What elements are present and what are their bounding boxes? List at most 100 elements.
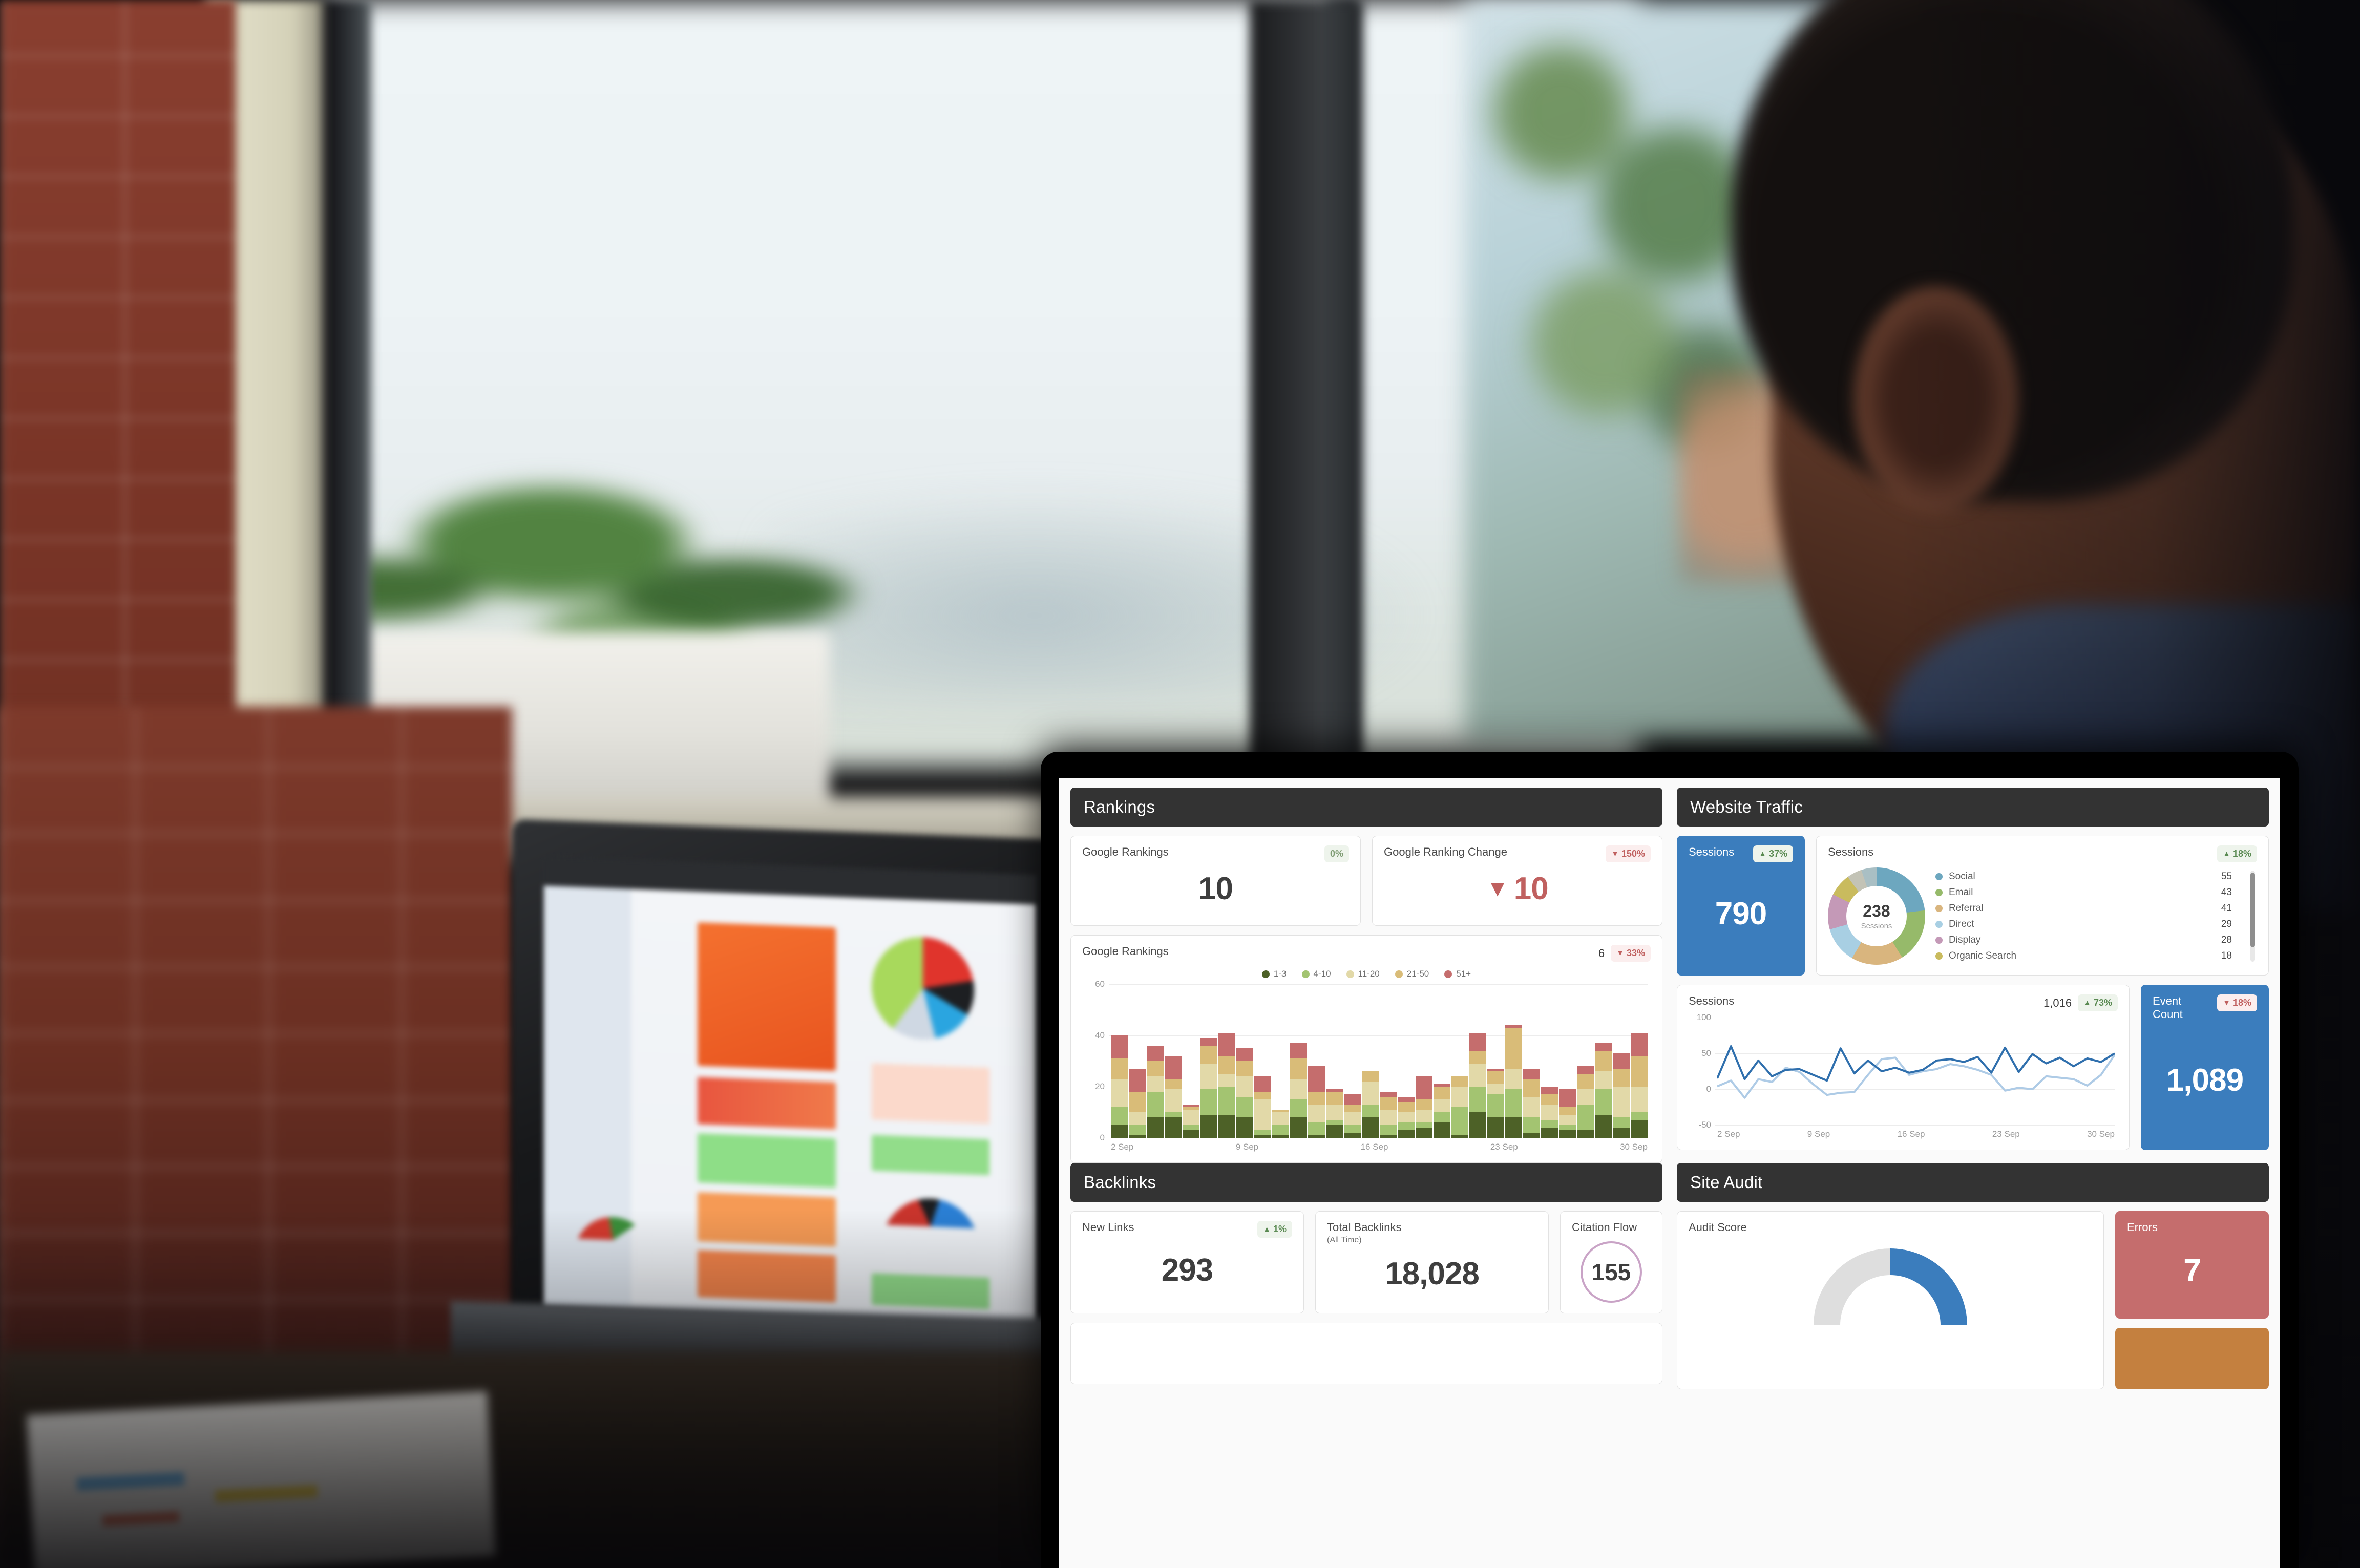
legend-item[interactable]: 1-3 [1261,969,1287,979]
bar-segment [1541,1120,1558,1128]
triangle-up-icon: ▲ [1759,850,1766,858]
bar-column[interactable] [1200,1038,1217,1138]
scrollbar-thumb[interactable] [2250,872,2255,947]
bar-column[interactable] [1362,1071,1379,1138]
bar-segment [1344,1133,1361,1138]
bar-segment [1613,1128,1630,1138]
card-warnings[interactable] [2115,1328,2269,1389]
legend-item[interactable]: 4-10 [1301,969,1331,979]
bar-segment [1200,1089,1217,1115]
bar-column[interactable] [1416,1076,1432,1138]
card-audit-score[interactable]: Audit Score [1677,1211,2104,1389]
bar-segment [1147,1046,1164,1061]
bar-segment [1272,1135,1289,1138]
bar-segment [1380,1097,1397,1110]
legend-item[interactable]: 11-20 [1346,969,1380,979]
bar-column[interactable] [1380,1092,1397,1138]
card-google-rankings-chart[interactable]: Google Rankings 6 ▼ 33% 1-3 4-10 11-20 21-5… [1070,935,1662,1163]
legend-row[interactable]: Referral 41 [1935,903,2232,914]
bar-column[interactable] [1344,1094,1361,1138]
bar-segment [1326,1092,1343,1105]
panel-title-rankings: Rankings [1084,797,1155,816]
bar-column[interactable] [1631,1033,1648,1138]
bar-column[interactable] [1434,1084,1450,1138]
bar-segment [1111,1035,1128,1058]
card-sessions-breakdown[interactable]: Sessions ▲ 18% 238 Sessions Social 55 Em… [1816,836,2269,976]
x-axis-tick: 30 Sep [2087,1129,2115,1139]
bar-segment [1541,1128,1558,1138]
legend-row[interactable]: Display 28 [1935,935,2232,946]
bar-column[interactable] [1236,1048,1253,1138]
bar-column[interactable] [1308,1066,1325,1138]
bar-segment [1631,1056,1648,1087]
bar-column[interactable] [1595,1043,1612,1138]
bar-segment [1577,1105,1594,1130]
status-badge: ▲ 73% [2078,994,2118,1011]
card-value: 10 [1513,871,1549,906]
bar-segment [1308,1105,1325,1122]
bar-column[interactable] [1451,1076,1468,1138]
bar-column[interactable] [1183,1105,1199,1138]
card-title: Google Rankings [1082,945,1169,958]
legend-channel-value: 55 [2221,871,2232,882]
bar-column[interactable] [1487,1069,1504,1138]
bar-segment [1254,1130,1271,1135]
card-total-backlinks[interactable]: Total Backlinks (All Time) 18,028 [1315,1211,1549,1313]
bar-segment [1434,1099,1450,1112]
bar-column[interactable] [1129,1069,1146,1138]
bar-column[interactable] [1272,1110,1289,1138]
bar-column[interactable] [1218,1033,1235,1138]
bar-segment [1218,1056,1235,1074]
bar-column[interactable] [1290,1043,1307,1138]
card-backlinks-overflow[interactable] [1070,1322,1662,1384]
legend-scrollbar[interactable] [2250,871,2255,962]
card-head: Sessions ▲ 18% [1828,845,2257,862]
card-head-value: 1,016 [2043,996,2072,1009]
bar-column[interactable] [1398,1097,1415,1138]
panel-rankings: Rankings Google Rankings 0% 10 Google Ra… [1070,788,1662,1163]
bar-column[interactable] [1111,1035,1128,1138]
card-value: 18,028 [1385,1256,1480,1291]
bar-column[interactable] [1577,1066,1594,1138]
bar-segment [1523,1069,1540,1079]
card-title: Event Count [2153,994,2183,1021]
bar-column[interactable] [1469,1033,1486,1138]
card-head: New Links ▲ 1% [1082,1221,1292,1238]
bar-segment [1398,1122,1415,1130]
legend-row[interactable]: Email 43 [1935,887,2232,898]
card-sessions-trend[interactable]: Sessions 1,016 ▲ 73% 100 50 0 -50 2 Sep 9 Se… [1677,985,2130,1150]
card-new-links[interactable]: New Links ▲ 1% 293 [1070,1211,1304,1313]
bar-segment [1487,1117,1504,1138]
legend-row[interactable]: Social 55 [1935,871,2232,882]
bar-column[interactable] [1505,1025,1522,1138]
line-chart-x-axis: 2 Sep 9 Sep 16 Sep 23 Sep 30 Sep [1689,1125,2118,1139]
legend-row[interactable]: Organic Search 18 [1935,950,2232,962]
bar-segment [1111,1107,1128,1125]
badge-value: 0% [1330,849,1343,859]
bar-column[interactable] [1254,1076,1271,1138]
status-badge: ▼ 150% [1606,845,1651,862]
card-sessions-total[interactable]: Sessions ▲ 37% 790 [1677,836,1805,976]
bar-segment [1469,1087,1486,1112]
bar-column[interactable] [1613,1053,1630,1138]
bar-segment [1631,1112,1648,1120]
bar-column[interactable] [1523,1069,1540,1138]
legend-item[interactable]: 51+ [1444,969,1471,979]
y-axis-tick: 40 [1095,1030,1105,1040]
card-event-count[interactable]: Event Count ▼ 18% 1,089 [2141,985,2269,1150]
bar-column[interactable] [1165,1056,1182,1138]
legend-item[interactable]: 21-50 [1395,969,1429,979]
bar-column[interactable] [1326,1089,1343,1138]
bar-column[interactable] [1147,1046,1164,1138]
card-google-ranking-change[interactable]: Google Ranking Change ▼ 150% ▼ 10 [1372,836,1662,926]
card-value-wrap: 1,089 [2153,1021,2257,1139]
bar-column[interactable] [1541,1087,1558,1138]
bar-segment [1469,1064,1486,1087]
card-value-wrap: 790 [1689,862,1793,965]
bar-segment [1505,1117,1522,1138]
card-citation-flow[interactable]: Citation Flow 155 [1560,1211,1662,1313]
card-google-rankings[interactable]: Google Rankings 0% 10 [1070,836,1361,926]
bar-column[interactable] [1559,1089,1576,1138]
legend-row[interactable]: Direct 29 [1935,919,2232,930]
card-errors[interactable]: Errors 7 [2115,1211,2269,1319]
